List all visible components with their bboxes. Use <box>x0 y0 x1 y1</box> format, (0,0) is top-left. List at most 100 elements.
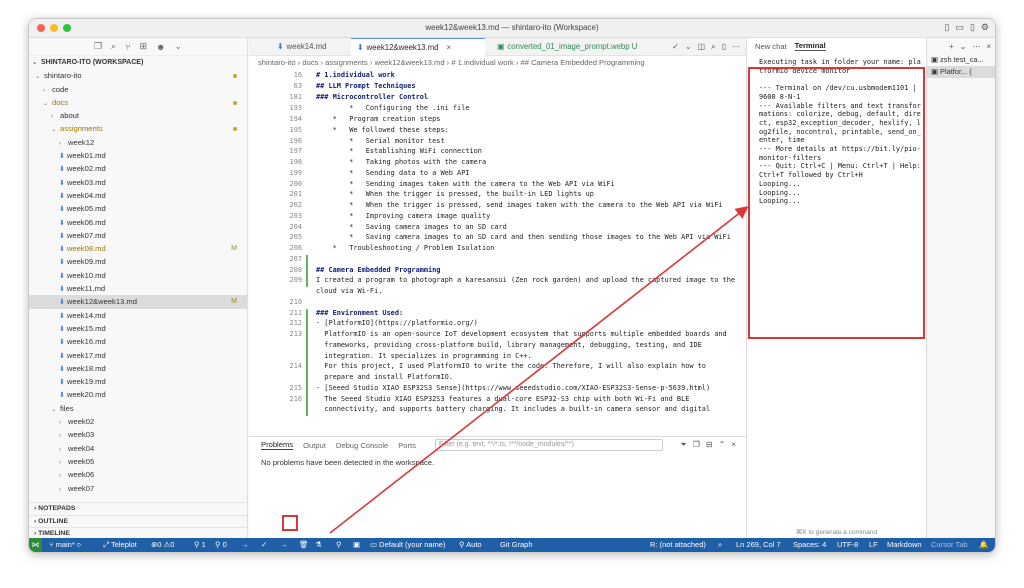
plus-icon[interactable]: + <box>949 42 954 51</box>
folder-item[interactable]: › week12 <box>29 136 247 149</box>
file-item[interactable]: ⬇ week15.md <box>29 322 247 335</box>
arrow-icon[interactable]: → <box>241 538 249 552</box>
auto-item[interactable]: ⚲ Auto <box>459 538 482 552</box>
code-line[interactable]: I created a program to photograph a kare… <box>316 276 735 284</box>
folder-item[interactable]: › code <box>29 83 247 96</box>
sticky-heading[interactable]: ## LLM Prompt Techniques <box>316 82 416 90</box>
code-line[interactable]: * Sending data to a Web API <box>316 169 469 177</box>
folder-item[interactable]: › week02 <box>29 415 247 428</box>
code-line[interactable]: frameworks, providing cross-platform bui… <box>316 341 702 349</box>
code-line[interactable]: * Saving camera images to an SD card <box>316 223 507 231</box>
collapse-icon[interactable]: ⊟ <box>706 440 713 450</box>
file-item[interactable]: ⬇ week20.md <box>29 388 247 401</box>
file-item[interactable]: ⬇ week16.md <box>29 335 247 348</box>
code-line[interactable]: * Serial monitor test <box>316 137 444 145</box>
copy-icon[interactable]: ❐ <box>693 440 700 450</box>
chevron-up-icon[interactable]: ⌃ <box>719 440 726 450</box>
tab-week14[interactable]: ⬇ week14.md <box>271 38 332 56</box>
folder-item[interactable]: › week06 <box>29 468 247 481</box>
language-item[interactable]: Markdown <box>887 538 922 552</box>
r-status-item[interactable]: R: (not attached) <box>650 538 706 552</box>
files-icon[interactable]: ❐ <box>94 41 102 52</box>
teleplot-item[interactable]: ⤢ Teleplot <box>103 538 137 552</box>
problems-item[interactable]: ⊗0 ⚠0 <box>151 538 174 552</box>
ports-item[interactable]: ⚲ 1 <box>194 538 206 552</box>
code-line[interactable]: * Program creation steps <box>316 115 441 123</box>
workers-item[interactable]: ⚲ 0 <box>215 538 227 552</box>
code-line[interactable]: * Taking photos with the camera <box>316 158 486 166</box>
file-item[interactable]: ⬇ week02.md <box>29 162 247 175</box>
sticky-heading[interactable]: # 1.individual work <box>316 71 395 79</box>
flask-icon[interactable]: ⚗ <box>315 538 322 552</box>
encoding-item[interactable]: UTF-8 <box>837 538 858 552</box>
tab-converted-image[interactable]: ▣ converted_01_image_prompt.webp U <box>491 38 643 56</box>
toggle-panel-icon[interactable]: ▭ <box>955 22 964 33</box>
close-icon[interactable]: × <box>731 440 736 450</box>
upload-icon[interactable]: → <box>280 538 288 552</box>
code-line[interactable]: * We followed these steps: <box>316 126 449 134</box>
branch-item[interactable]: ⑂ main* ⟳ <box>49 538 81 552</box>
sticky-heading[interactable]: ### Microcontroller Control <box>316 93 428 101</box>
code-line[interactable]: ## Camera Embedded Programming <box>316 266 440 274</box>
code-line[interactable]: * Sending images taken with the camera t… <box>316 180 615 188</box>
file-item[interactable]: ⬇ week08.md M <box>29 242 247 255</box>
toggle-secondary-sidebar-icon[interactable]: ▯ <box>970 22 975 33</box>
chevron-down-icon[interactable]: ⌄ <box>175 41 183 52</box>
file-item[interactable]: ⬇ week04.md <box>29 189 247 202</box>
terminal-icon[interactable]: ▣ <box>353 538 360 552</box>
code-line[interactable]: prepare and install PlatformIO. <box>316 373 453 381</box>
plug-icon[interactable]: ⚲ <box>336 538 342 552</box>
file-item[interactable]: ⬇ week12&week13.md M <box>29 295 247 309</box>
code-line[interactable]: * Establishing WiFi connection <box>316 147 482 155</box>
chevron-down-icon[interactable]: ⌄ <box>685 42 692 52</box>
code-line[interactable]: integration. It specializes in programmi… <box>316 352 531 360</box>
code-editor[interactable]: 16 # 1.individual work 63 ## LLM Prompt Tec… <box>249 69 746 436</box>
code-line[interactable]: For this project, I used PlatformIO to w… <box>316 362 706 370</box>
cursor-position-item[interactable]: Ln 269, Col 7 <box>736 538 781 552</box>
tab-output[interactable]: Output <box>303 441 326 450</box>
code-line[interactable]: - [PlatformIO](https://platformio.org/) <box>316 319 478 327</box>
folder-item[interactable]: ⌄ shintaro-ito <box>29 69 247 82</box>
code-line[interactable]: ### Environment Used: <box>316 309 403 317</box>
more-icon[interactable]: ⋯ <box>732 42 740 52</box>
search-icon[interactable]: ⌕ <box>718 538 722 552</box>
check-icon[interactable]: ✓ <box>261 538 267 552</box>
filter-icon[interactable]: ⏷ <box>680 440 686 450</box>
code-line[interactable]: connectivity, and supports battery charg… <box>316 405 710 413</box>
indentation-item[interactable]: Spaces: 4 <box>793 538 826 552</box>
preview-icon[interactable]: ⌕ <box>711 42 715 52</box>
tab-new-chat[interactable]: New chat <box>755 42 787 51</box>
settings-gear-icon[interactable]: ⚙ <box>981 22 989 33</box>
cursor-tab-item[interactable]: Cursor Tab <box>931 538 968 552</box>
check-icon[interactable]: ✓ <box>672 42 679 52</box>
bell-icon[interactable]: 🔔 <box>979 538 988 552</box>
file-item[interactable]: ⬇ week10.md <box>29 269 247 282</box>
code-line[interactable]: - [Seeed Studio XIAO ESP32S3 Sense](http… <box>316 384 710 392</box>
code-line[interactable]: * Troubleshooting / Problem Isolation <box>316 244 495 252</box>
file-item[interactable]: ⬇ week11.md <box>29 282 247 295</box>
folder-item[interactable]: › week05 <box>29 455 247 468</box>
search-icon[interactable]: ⌕ <box>111 41 116 52</box>
file-item[interactable]: ⬇ week17.md <box>29 349 247 362</box>
tab-problems[interactable]: Problems <box>261 440 294 450</box>
terminal-item-platformio[interactable]: ▣ Platfor... ( <box>927 66 995 78</box>
breadcrumb[interactable]: shintaro-ito › docs › assignments › week… <box>249 56 746 69</box>
git-graph-item[interactable]: Git Graph <box>500 538 533 552</box>
close-icon[interactable]: × <box>447 43 452 52</box>
remote-icon[interactable]: ⋈ <box>29 538 42 552</box>
code-line[interactable]: PlatformIO is an open-source IoT develop… <box>316 330 726 338</box>
code-line[interactable]: cloud via Wi-Fi. <box>316 287 382 295</box>
split-icon[interactable]: ◫ <box>698 42 706 52</box>
code-line[interactable]: * When the trigger is pressed, send imag… <box>316 201 722 209</box>
code-line[interactable]: * When the trigger is pressed, the built… <box>316 190 594 198</box>
code-line[interactable]: The Seeed Studio XIAO ESP32S3 features a… <box>316 395 689 403</box>
extensions-icon[interactable]: ⊞ <box>139 41 147 52</box>
tab-debug-console[interactable]: Debug Console <box>336 441 388 450</box>
more-icon[interactable]: ⋯ <box>972 42 980 51</box>
tab-ports[interactable]: Ports <box>398 441 416 450</box>
file-item[interactable]: ⬇ week19.md <box>29 375 247 388</box>
source-control-icon[interactable]: ⑂ <box>125 42 130 52</box>
alien-icon[interactable]: ☻ <box>156 42 165 52</box>
section-outline[interactable]: › OUTLINE <box>29 514 247 528</box>
folder-item[interactable]: ⌄ docs <box>29 96 247 109</box>
